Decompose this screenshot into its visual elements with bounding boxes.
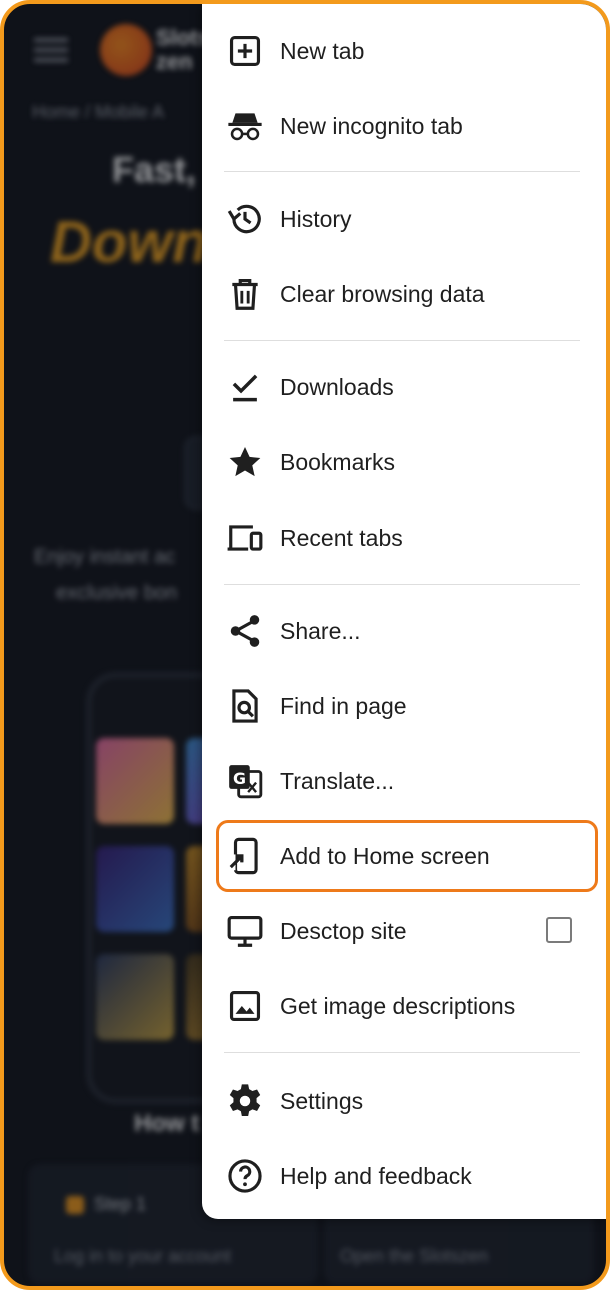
- translate-icon: G: [226, 762, 264, 800]
- menu-divider: [224, 1052, 580, 1053]
- menu-item-label: Recent tabs: [280, 525, 403, 551]
- add-to-home-icon: [226, 837, 264, 875]
- game-tile: [96, 954, 174, 1040]
- menu-item-label: Clear browsing data: [280, 281, 485, 307]
- breadcrumb: Home / Mobile A: [32, 102, 165, 122]
- image-icon: [226, 987, 264, 1025]
- menu-divider: [224, 340, 580, 341]
- menu-item-downloads[interactable]: Downloads: [202, 350, 606, 425]
- menu-item-label: History: [280, 206, 352, 232]
- menu-item-label: Bookmarks: [280, 449, 396, 475]
- menu-item-new-incognito-tab[interactable]: New incognito tab: [202, 89, 606, 164]
- find-in-page-icon: [226, 687, 264, 725]
- game-tile: [96, 846, 174, 932]
- menu-item-add-to-home-screen[interactable]: Add to Home screen: [202, 819, 606, 894]
- how-to-heading: How t: [134, 1110, 200, 1137]
- menu-item-label: Translate...: [280, 768, 395, 794]
- menu-item-label: Desctop site: [280, 918, 407, 944]
- menu-item-label: New incognito tab: [280, 113, 463, 139]
- new-tab-icon: [226, 32, 264, 70]
- history-icon: [226, 200, 264, 238]
- download-icon: [226, 368, 264, 406]
- menu-item-settings[interactable]: Settings: [202, 1064, 606, 1139]
- menu-item-label: Help and feedback: [280, 1163, 472, 1189]
- desktop-icon: [226, 912, 264, 950]
- menu-item-get-image-descriptions[interactable]: Get image descriptions: [202, 969, 606, 1044]
- menu-item-label: Settings: [280, 1088, 364, 1114]
- devices-icon: [226, 519, 264, 557]
- desktop-site-checkbox[interactable]: [546, 917, 572, 943]
- page-headline-accent: Down: [50, 210, 208, 275]
- menu-item-label: Add to Home screen: [280, 843, 490, 869]
- menu-divider: [224, 171, 580, 172]
- menu-item-clear-browsing-data[interactable]: Clear browsing data: [202, 257, 606, 332]
- share-icon: [226, 612, 264, 650]
- menu-divider: [224, 584, 580, 585]
- trash-icon: [226, 275, 264, 313]
- promo-text-line1: Enjoy instant ac: [34, 546, 176, 568]
- game-tile: [96, 738, 174, 824]
- promo-text-line2: exclusive bon: [56, 582, 178, 604]
- phone-frame: Slots zen Home / Mobile A Fast, Down Enj…: [0, 0, 610, 1290]
- menu-item-label: New tab: [280, 38, 365, 64]
- page-headline: Fast,: [112, 149, 197, 190]
- star-icon: [226, 443, 264, 481]
- menu-item-label: Find in page: [280, 693, 407, 719]
- menu-item-label: Get image descriptions: [280, 993, 516, 1019]
- step2-text: Open the Slotszen: [340, 1246, 489, 1266]
- menu-item-translate[interactable]: G Translate...: [202, 744, 606, 819]
- help-icon: [226, 1157, 264, 1195]
- browser-overflow-menu: New tab New incognito tab History Clear …: [202, 4, 606, 1219]
- menu-item-recent-tabs[interactable]: Recent tabs: [202, 501, 606, 576]
- svg-text:G: G: [233, 769, 246, 788]
- menu-item-label: Downloads: [280, 374, 394, 400]
- menu-item-find-in-page[interactable]: Find in page: [202, 669, 606, 744]
- menu-item-history[interactable]: History: [202, 182, 606, 257]
- menu-item-bookmarks[interactable]: Bookmarks: [202, 425, 606, 500]
- menu-item-share[interactable]: Share...: [202, 594, 606, 669]
- site-logo-icon: [100, 24, 152, 76]
- step1-text: Log in to your account: [54, 1246, 232, 1266]
- gear-icon: [226, 1082, 264, 1120]
- hamburger-menu-icon: [34, 38, 68, 42]
- menu-item-new-tab[interactable]: New tab: [202, 14, 606, 89]
- menu-item-label: Share...: [280, 618, 361, 644]
- incognito-icon: [226, 107, 264, 145]
- step-label: Step 1: [66, 1194, 146, 1215]
- menu-item-help-and-feedback[interactable]: Help and feedback: [202, 1139, 606, 1214]
